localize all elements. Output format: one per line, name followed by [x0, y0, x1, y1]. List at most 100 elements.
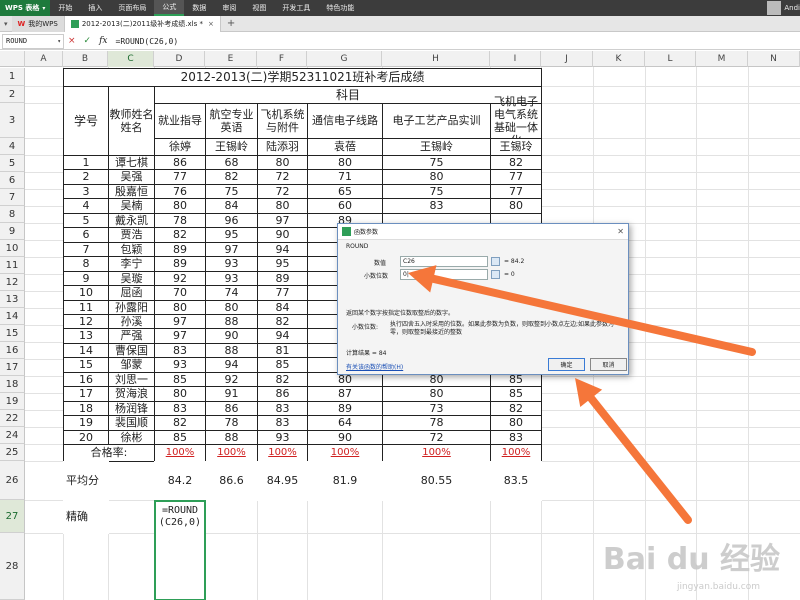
student-name-cell[interactable]: 贾浩	[108, 227, 155, 243]
score-cell[interactable]: 75	[382, 155, 491, 170]
row-header-14[interactable]: 14	[0, 308, 25, 325]
score-cell[interactable]: 87	[307, 386, 383, 402]
row-header-1[interactable]: 1	[0, 68, 25, 86]
precise-label[interactable]: 精确	[63, 500, 109, 534]
score-cell[interactable]: 76	[154, 184, 206, 199]
score-cell[interactable]: 72	[257, 169, 308, 185]
tab-list-arrow-icon[interactable]: ▾	[0, 20, 12, 28]
score-cell[interactable]: 85	[490, 386, 542, 402]
score-cell[interactable]: 80	[154, 198, 206, 214]
score-cell[interactable]: 78	[205, 415, 258, 431]
student-name-cell[interactable]: 屈函	[108, 285, 155, 301]
insert-function-icon[interactable]: fx	[99, 36, 107, 46]
score-cell[interactable]: 97	[154, 314, 206, 329]
row-header-11[interactable]: 11	[0, 257, 25, 274]
average-cell[interactable]: 81.9	[307, 461, 383, 501]
student-name-cell[interactable]: 杨润锋	[108, 401, 155, 416]
score-cell[interactable]: 83	[257, 401, 308, 416]
avatar[interactable]	[767, 1, 782, 15]
student-no-cell[interactable]: 12	[63, 314, 109, 329]
pass-rate-cell[interactable]: 100%	[307, 444, 383, 462]
teacher-name[interactable]: 袁蓓	[307, 138, 383, 156]
student-no-cell[interactable]: 14	[63, 343, 109, 358]
row-header-6[interactable]: 6	[0, 172, 25, 189]
score-cell[interactable]: 80	[382, 386, 491, 402]
student-name-cell[interactable]: 李宁	[108, 256, 155, 272]
column-header-D[interactable]: D	[154, 51, 205, 67]
score-cell[interactable]: 97	[257, 213, 308, 228]
average-cell[interactable]: 83.5	[490, 461, 542, 501]
score-cell[interactable]: 80	[205, 300, 258, 315]
pass-rate-label[interactable]: 合格率:	[63, 444, 155, 462]
close-icon[interactable]: ×	[208, 20, 214, 28]
help-link[interactable]: 有关该函数的帮助(H)	[346, 362, 403, 371]
tab-workbook[interactable]: 2012-2013(二)2011级补考成绩.xls * ×	[64, 15, 221, 32]
column-header-K[interactable]: K	[593, 51, 645, 67]
row-header-3[interactable]: 3	[0, 103, 25, 138]
average-cell[interactable]: 80.55	[382, 461, 491, 501]
score-cell[interactable]: 91	[205, 386, 258, 402]
score-cell[interactable]: 94	[257, 328, 308, 344]
column-header-G[interactable]: G	[307, 51, 382, 67]
range-picker-icon[interactable]	[491, 257, 500, 266]
student-no-header[interactable]: 学号	[63, 86, 109, 156]
student-no-cell[interactable]: 11	[63, 300, 109, 315]
student-name-cell[interactable]: 曹保国	[108, 343, 155, 358]
subject-name[interactable]: 通信电子线路	[307, 103, 383, 139]
score-cell[interactable]: 73	[382, 401, 491, 416]
score-cell[interactable]: 93	[205, 256, 258, 272]
student-name-cell[interactable]: 孙露阳	[108, 300, 155, 315]
score-cell[interactable]: 64	[307, 415, 383, 431]
score-cell[interactable]: 71	[307, 169, 383, 185]
close-icon[interactable]: ✕	[617, 227, 624, 236]
score-cell[interactable]: 82	[490, 155, 542, 170]
tab-my-wps[interactable]: W 我的WPS	[11, 15, 65, 32]
student-name-cell[interactable]: 贺海浪	[108, 386, 155, 402]
score-cell[interactable]: 96	[205, 213, 258, 228]
student-no-cell[interactable]: 1	[63, 155, 109, 170]
score-cell[interactable]: 85	[154, 430, 206, 445]
score-cell[interactable]: 83	[154, 401, 206, 416]
score-cell[interactable]: 93	[257, 430, 308, 445]
cancel-button[interactable]: 取消	[590, 358, 627, 371]
score-cell[interactable]: 92	[205, 372, 258, 387]
teacher-name[interactable]: 王锡玲	[490, 138, 542, 156]
student-name-cell[interactable]: 刘思一	[108, 372, 155, 387]
column-header-C[interactable]: C	[108, 51, 154, 67]
student-name-cell[interactable]: 邹蒙	[108, 357, 155, 373]
row-header-7[interactable]: 7	[0, 189, 25, 206]
score-cell[interactable]: 94	[205, 357, 258, 373]
score-cell[interactable]: 83	[490, 430, 542, 445]
student-no-cell[interactable]: 6	[63, 227, 109, 243]
score-cell[interactable]: 77	[490, 184, 542, 199]
ok-button[interactable]: 确定	[548, 358, 585, 371]
score-cell[interactable]: 90	[257, 227, 308, 243]
student-no-cell[interactable]: 15	[63, 357, 109, 373]
score-cell[interactable]: 89	[154, 256, 206, 272]
column-header-F[interactable]: F	[257, 51, 307, 67]
score-cell[interactable]: 86	[205, 401, 258, 416]
score-cell[interactable]: 77	[257, 285, 308, 301]
new-tab-button[interactable]: +	[221, 18, 241, 29]
app-menu-button[interactable]: WPS 表格 ▾	[0, 0, 51, 16]
student-name-cell[interactable]: 孙溪	[108, 314, 155, 329]
name-box[interactable]: ROUND ▾	[2, 33, 64, 49]
score-cell[interactable]: 86	[257, 386, 308, 402]
average-cell[interactable]: 84.2	[154, 461, 206, 501]
score-cell[interactable]: 83	[154, 343, 206, 358]
score-cell[interactable]: 72	[257, 184, 308, 199]
score-cell[interactable]: 93	[154, 357, 206, 373]
column-header-H[interactable]: H	[382, 51, 490, 67]
score-cell[interactable]: 70	[154, 285, 206, 301]
pass-rate-cell[interactable]: 100%	[205, 444, 258, 462]
menu-item-0[interactable]: 开始	[50, 0, 80, 16]
row-header-13[interactable]: 13	[0, 291, 25, 308]
score-cell[interactable]: 90	[307, 430, 383, 445]
score-cell[interactable]: 88	[205, 343, 258, 358]
student-name-cell[interactable]: 徐彬	[108, 430, 155, 445]
column-header-M[interactable]: M	[696, 51, 748, 67]
row-header-16[interactable]: 16	[0, 342, 25, 359]
pass-rate-cell[interactable]: 100%	[257, 444, 308, 462]
subject-name[interactable]: 飞机电子电气系统基础一体化	[490, 95, 542, 147]
row-header-5[interactable]: 5	[0, 155, 25, 172]
